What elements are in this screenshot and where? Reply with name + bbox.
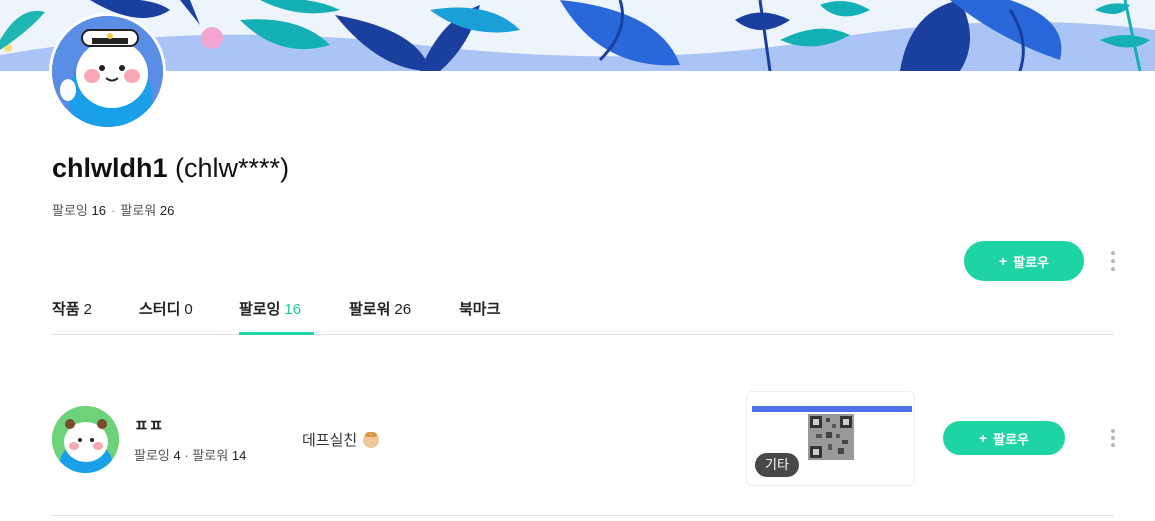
tab-following[interactable]: 팔로잉 16 <box>239 298 314 335</box>
user-avatar-image <box>52 406 119 473</box>
user-follow-button-label: 팔로우 <box>993 431 1030 447</box>
profile-tabs: 작품 2 스터디 0 팔로잉 16 팔로워 26 북마크 <box>52 288 1114 335</box>
tab-label: 작품 <box>52 301 80 318</box>
tab-label: 팔로잉 <box>239 301 281 318</box>
plus-icon: + <box>998 253 1008 269</box>
following-list-item: ㅍㅍ 팔로잉 4 · 팔로워 14 데프실친 기타 + 팔로우 <box>52 385 1115 516</box>
profile-avatar-frame <box>49 13 166 130</box>
profile-nickname: chlwldh1 <box>52 153 168 183</box>
profile-stats: 팔로잉 16 · 팔로워 26 <box>52 200 174 219</box>
user-stats-separator: · <box>184 448 189 463</box>
user-name[interactable]: ㅍㅍ <box>134 412 163 436</box>
stats-separator: · <box>110 203 116 218</box>
face-emoji-icon <box>363 431 380 448</box>
followers-count: 26 <box>159 203 175 218</box>
following-label: 팔로잉 <box>52 203 88 218</box>
tab-count: 16 <box>284 301 302 318</box>
tab-bookmark[interactable]: 북마크 <box>459 298 500 319</box>
follow-button[interactable]: + 팔로우 <box>964 241 1084 281</box>
followers-label: 팔로워 <box>120 203 157 218</box>
tab-works[interactable]: 작품 2 <box>52 298 92 319</box>
tab-label: 북마크 <box>459 301 501 318</box>
work-thumbnail[interactable]: 기타 <box>746 391 915 486</box>
profile-avatar[interactable] <box>52 16 163 127</box>
thumbnail-header-bar <box>752 406 912 412</box>
category-badge: 기타 <box>755 453 799 477</box>
tab-count: 26 <box>394 301 412 318</box>
profile-username: chlwldh1 (chlw****) <box>52 150 289 186</box>
followers-stat[interactable]: 팔로워 26 <box>120 203 174 218</box>
user-followers-count: 14 <box>231 448 247 463</box>
profile-user-id: (chlw****) <box>175 153 290 183</box>
user-more-options-icon[interactable] <box>1108 429 1118 447</box>
tab-label: 스터디 <box>139 301 181 318</box>
qr-code-image <box>808 414 854 460</box>
user-stats: 팔로잉 4 · 팔로워 14 <box>134 445 246 464</box>
tab-count: 2 <box>83 301 92 318</box>
follow-button-label: 팔로우 <box>1013 254 1050 270</box>
tab-followers[interactable]: 팔로워 26 <box>349 298 411 319</box>
user-followers-label: 팔로워 <box>192 448 229 463</box>
tab-count: 0 <box>184 301 193 318</box>
user-following-count: 4 <box>173 448 181 463</box>
user-avatar[interactable] <box>52 406 119 473</box>
profile-banner <box>0 0 1155 71</box>
tab-label: 팔로워 <box>349 301 391 318</box>
user-bio-text: 데프실친 <box>302 432 358 449</box>
banner-illustration <box>0 0 1155 71</box>
user-follow-button[interactable]: + 팔로우 <box>943 421 1065 455</box>
following-count: 16 <box>91 203 106 218</box>
tab-study[interactable]: 스터디 0 <box>139 298 193 319</box>
more-options-icon[interactable] <box>1108 251 1118 271</box>
following-stat[interactable]: 팔로잉 16 <box>52 203 106 218</box>
user-following-label: 팔로잉 <box>134 448 170 463</box>
plus-icon: + <box>978 430 988 446</box>
user-bio: 데프실친 <box>302 429 380 450</box>
avatar-mascot-image <box>52 16 163 127</box>
